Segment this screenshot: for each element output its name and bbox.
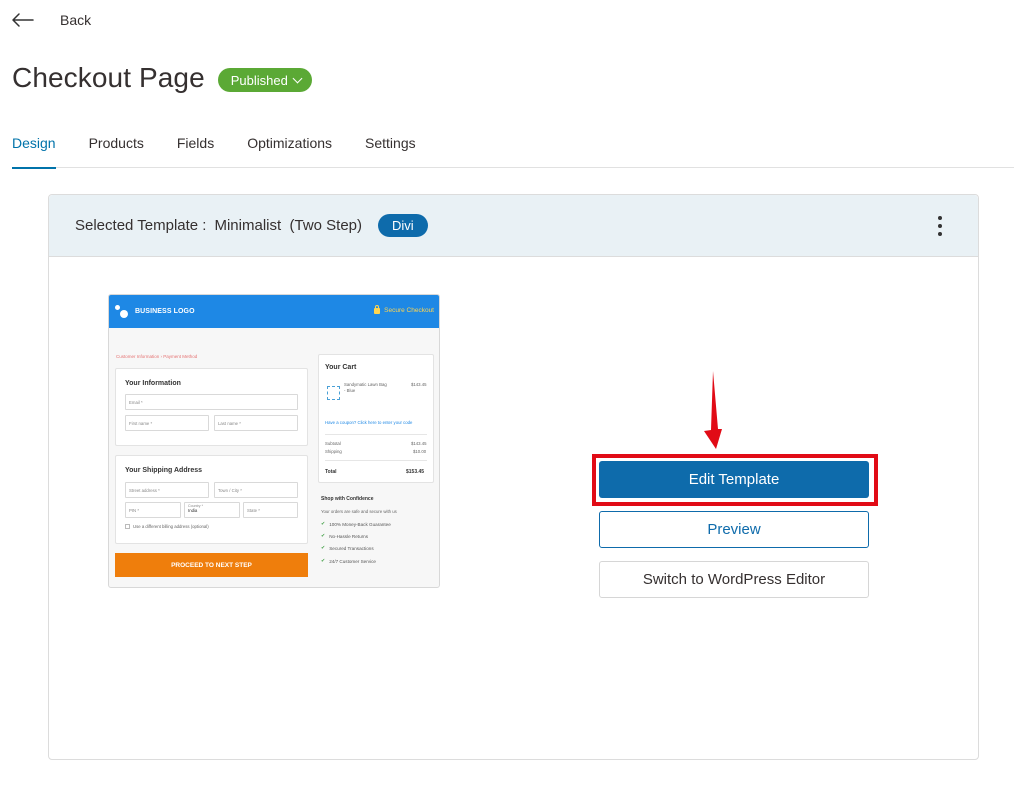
- preview-secure-checkout: Secure Checkout: [374, 304, 434, 314]
- chevron-down-icon: [292, 73, 303, 83]
- preview-info-box: Your Information Email * First name * La…: [115, 368, 308, 446]
- tab-design[interactable]: Design: [12, 122, 56, 169]
- preview-cart-box: Your Cart Sandymatic Lawn Bag - Blue $14…: [318, 354, 434, 483]
- preview-shipping-box: Your Shipping Address Street address * T…: [115, 455, 308, 544]
- tab-products[interactable]: Products: [89, 122, 144, 168]
- edit-template-button[interactable]: Edit Template: [599, 461, 869, 498]
- product-thumbnail: [327, 386, 340, 400]
- builder-badge: Divi: [378, 214, 428, 237]
- tab-fields[interactable]: Fields: [177, 122, 214, 168]
- red-arrow-annotation: [704, 371, 722, 449]
- preview-button[interactable]: Preview: [599, 511, 869, 548]
- tab-bar: Design Products Fields Optimizations Set…: [12, 122, 1014, 169]
- status-label: Published: [230, 72, 288, 88]
- back-label: Back: [60, 12, 92, 28]
- preview-breadcrumb: Customer Information › Payment Method: [116, 354, 198, 359]
- template-card: Selected Template : Minimalist (Two Step…: [48, 194, 979, 760]
- preview-header: BUSINESS LOGO Secure Checkout: [109, 295, 439, 328]
- template-preview-image: BUSINESS LOGO Secure Checkout Customer I…: [108, 294, 440, 588]
- preview-confidence-sub: Your orders are safe and secure with us: [321, 509, 397, 514]
- page-title: Checkout Page: [12, 62, 205, 93]
- template-label: Selected Template :: [75, 217, 207, 234]
- preview-proceed-button: PROCEED TO NEXT STEP: [115, 553, 308, 577]
- title-row: Checkout Page Published: [12, 62, 312, 94]
- kebab-menu-icon[interactable]: [935, 216, 945, 236]
- tab-optimizations[interactable]: Optimizations: [247, 122, 332, 168]
- lock-icon: [374, 304, 381, 314]
- preview-logo-text: BUSINESS LOGO: [135, 308, 195, 315]
- logo-icon: [115, 304, 129, 319]
- template-name: Minimalist (Two Step): [214, 217, 363, 234]
- tab-settings[interactable]: Settings: [365, 122, 416, 168]
- status-dropdown[interactable]: Published: [217, 68, 312, 92]
- arrow-left-icon: [12, 13, 34, 27]
- back-link[interactable]: Back: [11, 12, 91, 28]
- template-card-header: Selected Template : Minimalist (Two Step…: [49, 195, 978, 257]
- switch-to-wordpress-editor-button[interactable]: Switch to WordPress Editor: [599, 561, 869, 598]
- preview-confidence-title: Shop with Confidence: [321, 496, 374, 502]
